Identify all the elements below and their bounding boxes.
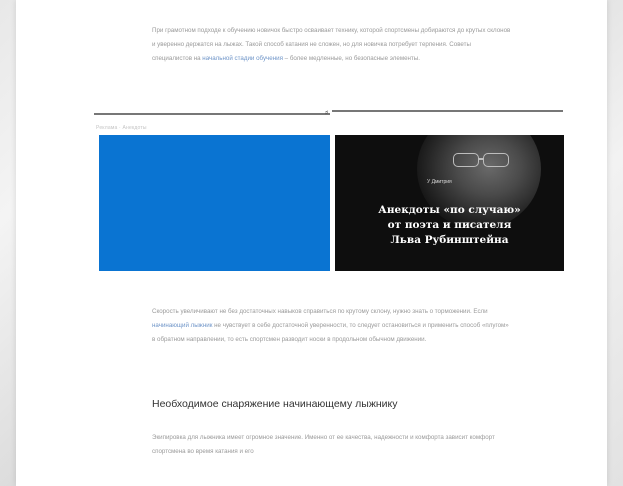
intro-text-end: – более медленные, но безопасные элемент… [284,55,420,62]
promo-badge: У Дмитрия [427,179,452,185]
promo-title: Анекдоты «по случаю» от поэта и писателя… [335,203,564,248]
section-heading: Необходимое снаряжение начинающему лыжни… [152,398,398,410]
second-link[interactable]: начинающий лыжник [152,322,212,329]
intro-link[interactable]: начальной стадии обучения [202,55,283,62]
article-page: При грамотном подходе к обучению новичок… [16,0,607,486]
blue-ad-card[interactable] [99,135,330,271]
promo-title-line-1: Анекдоты «по случаю» [378,204,521,216]
glasses-right-icon [483,153,509,167]
promo-title-line-2: от поэта и писателя [387,219,512,231]
ad-caption: Реклама · Анекдоты [96,125,147,131]
divider-left [94,113,330,115]
divider-ornament-icon: ⸗ [325,107,329,118]
third-paragraph: Экипировка для лыжника имеет огромное зн… [152,434,495,455]
glasses-left-icon [453,153,479,167]
glasses-bridge-icon [479,158,484,160]
promo-title-line-3: Льва Рубинштейна [390,234,509,246]
promo-card[interactable]: У Дмитрия Анекдоты «по случаю» от поэта … [335,135,564,271]
intro-paragraph: При грамотном подходе к обучению новичок… [152,24,512,66]
second-text-start: Скорость увеличивают не без достаточных … [152,308,488,315]
divider-right [332,110,563,112]
second-paragraph: Скорость увеличивают не без достаточных … [152,305,512,347]
